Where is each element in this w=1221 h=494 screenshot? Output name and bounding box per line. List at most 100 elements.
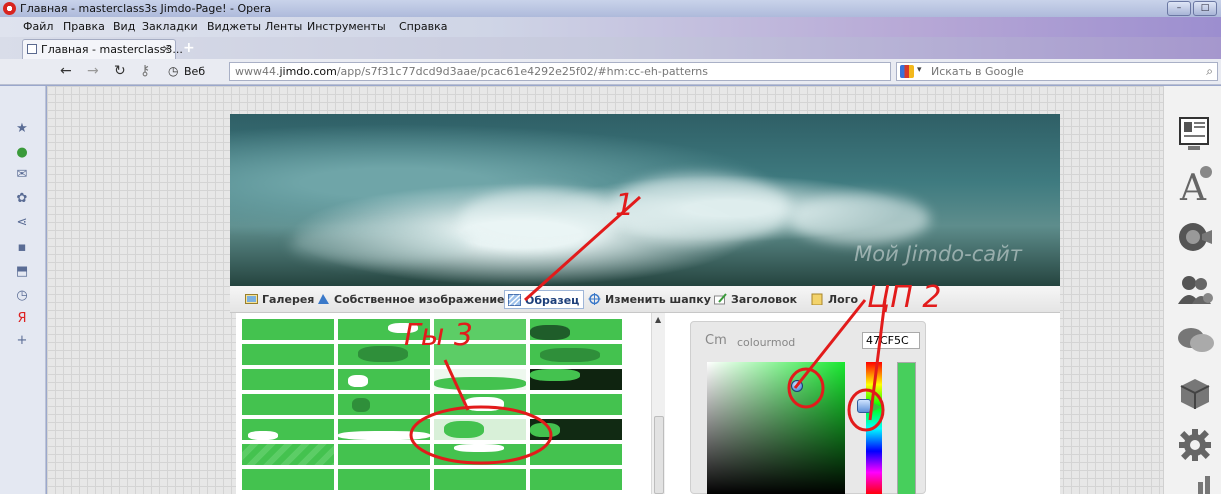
pattern-thumbnail[interactable] (530, 444, 622, 465)
pattern-thumbnail[interactable] (530, 394, 622, 415)
pattern-thumbnail[interactable] (530, 319, 622, 340)
pattern-thumbnail[interactable] (434, 394, 526, 415)
search-engine-icon[interactable] (900, 65, 914, 78)
chevron-down-icon[interactable]: ▾ (917, 65, 922, 75)
users-icon[interactable] (1178, 274, 1213, 306)
pattern-thumbnail[interactable] (338, 469, 430, 490)
search-input[interactable] (931, 65, 1181, 78)
address-field[interactable]: www44.jimdo.com/app/s7f31c77dcd9d3aae/pc… (229, 62, 891, 81)
pattern-thumbnail[interactable] (242, 319, 334, 340)
font-style-icon[interactable]: A (1178, 164, 1212, 209)
transfers-icon[interactable]: ⬒ (15, 265, 29, 279)
menu-help[interactable]: Справка (399, 20, 447, 33)
colourmod-picker: Cm colourmod ▶ (690, 321, 926, 494)
add-panel-icon[interactable]: + (15, 334, 29, 348)
hue-arrow-icon: ▶ (873, 399, 882, 413)
jimdo-tools-panel: A (1163, 86, 1221, 494)
colourmod-logo-icon: Cm (705, 333, 727, 348)
pattern-thumbnail[interactable] (338, 369, 430, 390)
pattern-thumbnail[interactable] (242, 369, 334, 390)
pattern-thumbnail[interactable] (242, 469, 334, 490)
search-icon[interactable]: ⌕ (1206, 64, 1213, 79)
colour-preview-swatch (897, 362, 916, 494)
own-image-label: Собственное изображение (334, 293, 505, 306)
scrollbar-thumb[interactable] (654, 416, 664, 494)
annotation-label-2: ЦП 2 (867, 280, 942, 315)
heading-button[interactable]: Заголовок (711, 290, 801, 309)
back-arrow-icon[interactable]: ← (60, 63, 72, 79)
pattern-thumbnail[interactable] (434, 419, 526, 440)
web-globe-icon: ◷ (168, 64, 179, 78)
colour-picker-handle[interactable] (791, 380, 803, 392)
menu-view[interactable]: Вид (113, 20, 135, 33)
chat-bubbles-icon[interactable] (1178, 326, 1214, 358)
wave-spray-shape (610, 174, 790, 244)
search-field[interactable]: ▾ ⌕ (896, 62, 1218, 81)
minimize-button[interactable]: – (1167, 1, 1191, 16)
menu-edit[interactable]: Правка (63, 20, 105, 33)
menu-feeds[interactable]: Ленты (265, 20, 302, 33)
header-image[interactable]: Мой Jimdo-сайт (230, 114, 1060, 286)
pattern-thumbnail[interactable] (434, 444, 526, 465)
hex-colour-input[interactable] (862, 332, 920, 349)
notes-icon[interactable]: ▪ (15, 241, 29, 255)
widgets-icon[interactable]: ✿ (15, 192, 29, 206)
settings-gear-icon[interactable] (1178, 428, 1211, 461)
history-icon[interactable]: ◷ (15, 289, 29, 303)
maximize-button[interactable]: □ (1193, 1, 1217, 16)
heading-label: Заголовок (731, 293, 798, 306)
pattern-thumbnail[interactable] (530, 369, 622, 390)
pattern-tab[interactable]: Образец (504, 290, 585, 309)
mail-icon[interactable]: ✉ (15, 168, 29, 182)
change-header-button[interactable]: Изменить шапку (585, 290, 715, 309)
pattern-label: Образец (525, 294, 580, 307)
reload-icon[interactable]: ↻ (114, 63, 126, 79)
gallery-button[interactable]: Галерея (242, 290, 318, 309)
pattern-thumbnail[interactable] (434, 469, 526, 490)
layout-icon[interactable] (1178, 116, 1210, 150)
gallery-icon (245, 294, 258, 304)
pattern-thumbnail[interactable] (242, 444, 334, 465)
menu-widgets[interactable]: Виджеты (207, 20, 261, 33)
pattern-thumbnail[interactable] (530, 419, 622, 440)
yandex-icon[interactable]: Я (15, 312, 29, 326)
bookmarks-star-icon[interactable]: ★ (15, 122, 29, 136)
menu-bookmarks[interactable]: Закладки (142, 20, 198, 33)
menu-tools[interactable]: Инструменты (307, 20, 386, 33)
pattern-thumbnail[interactable] (242, 419, 334, 440)
wave-spray-shape (790, 194, 930, 244)
address-toolbar: ← → ↻ ⚷ ◷ Веб www44.jimdo.com/app/s7f31c… (0, 59, 1221, 85)
forward-arrow-icon[interactable]: → (87, 63, 99, 79)
move-icon (588, 293, 601, 305)
window-title: Главная - masterclass3s Jimdo-Page! - Op… (20, 2, 272, 15)
pattern-thumbnail[interactable] (530, 344, 622, 365)
pattern-list-scrollbar[interactable]: ▲ (651, 313, 665, 494)
unite-icon[interactable]: ● (15, 146, 29, 160)
new-tab-button[interactable]: + (183, 40, 195, 56)
pattern-thumbnail[interactable] (434, 369, 526, 390)
hue-slider-handle[interactable] (857, 398, 871, 413)
url-text: www44.jimdo.com/app/s7f31c77dcd9d3aae/pc… (235, 65, 708, 78)
colourmod-label: colourmod (737, 336, 796, 349)
pattern-thumbnail[interactable] (242, 344, 334, 365)
tab-close-icon[interactable]: × (162, 42, 171, 55)
key-icon[interactable]: ⚷ (140, 63, 150, 79)
heading-pen-icon (714, 293, 727, 305)
pattern-thumbnail[interactable] (530, 469, 622, 490)
share-icon[interactable]: ⋖ (15, 216, 29, 230)
pattern-thumbnail[interactable] (338, 394, 430, 415)
package-icon[interactable] (1178, 376, 1210, 409)
logo-button[interactable]: Лого (808, 290, 862, 309)
scroll-up-icon[interactable]: ▲ (655, 315, 661, 324)
pattern-thumbnail[interactable] (338, 444, 430, 465)
speaker-icon[interactable] (1178, 220, 1212, 252)
statistics-icon[interactable] (1178, 474, 1210, 494)
menu-file[interactable]: Файл (23, 20, 53, 33)
saturation-value-area[interactable] (707, 362, 845, 494)
web-label[interactable]: Веб (184, 65, 205, 78)
own-image-button[interactable]: Собственное изображение (314, 290, 508, 309)
pattern-thumbnail[interactable] (242, 394, 334, 415)
tab-main[interactable]: Главная - masterclass3... × (22, 39, 183, 59)
hue-slider[interactable] (866, 362, 882, 494)
pattern-thumbnail[interactable] (338, 419, 430, 440)
